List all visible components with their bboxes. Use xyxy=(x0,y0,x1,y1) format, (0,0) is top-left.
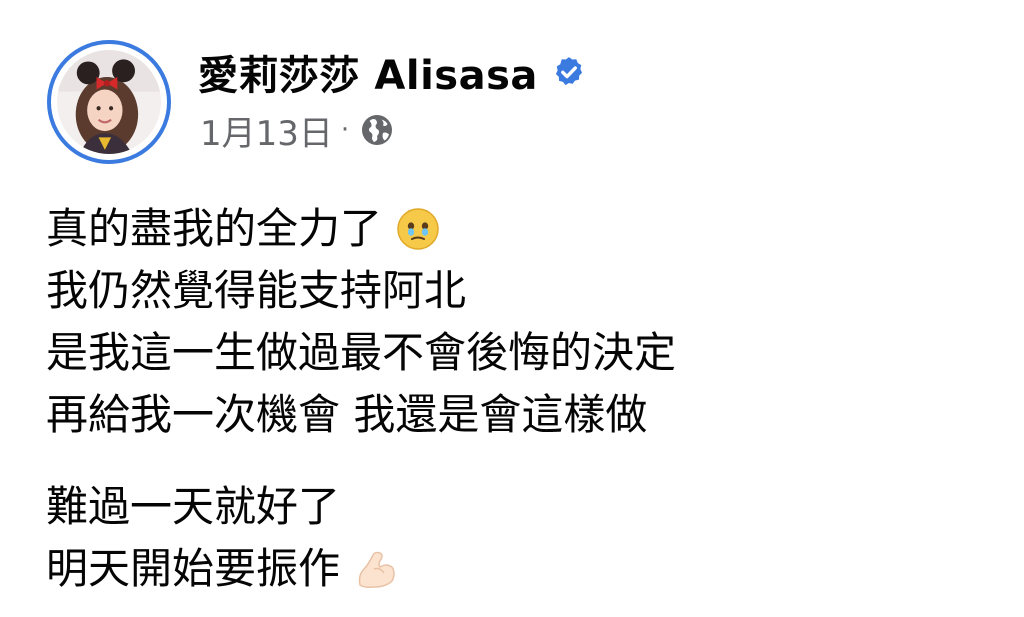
post-line: 是我這一生做過最不會後悔的決定 xyxy=(46,322,1006,384)
post-date[interactable]: 1月13日 xyxy=(200,106,333,155)
profile-avatar[interactable] xyxy=(47,40,171,164)
post-line-text: 真的盡我的全力了 xyxy=(46,204,383,253)
verified-badge-icon xyxy=(552,55,586,89)
post-line: 再給我一次機會 我還是會這樣做 xyxy=(46,384,1006,446)
post-meta: 1月13日 · xyxy=(200,106,395,154)
post-line: 我仍然覺得能支持阿北 xyxy=(46,260,1006,322)
post-line: 明天開始要振作 xyxy=(46,538,1006,600)
smiling-face-with-tear-emoji xyxy=(394,205,442,253)
post-line: 真的盡我的全力了 xyxy=(46,198,1006,260)
author-name[interactable]: 愛莉莎莎 Alisasa xyxy=(198,43,538,101)
globe-icon[interactable] xyxy=(359,112,395,148)
post-line-text: 再給我一次機會 我還是會這樣做 xyxy=(46,390,648,439)
post-line-text: 難過一天就好了 xyxy=(46,482,341,531)
post-line-text: 是我這一生做過最不會後悔的決定 xyxy=(46,328,677,377)
facebook-post: 愛莉莎莎 Alisasa 1月13日 · 真的盡我的全力了 我仍然覺得能支持阿北… xyxy=(0,0,1024,617)
post-line-text: 我仍然覺得能支持阿北 xyxy=(46,266,467,315)
post-line-text: 明天開始要振作 xyxy=(46,544,341,593)
post-body: 真的盡我的全力了 我仍然覺得能支持阿北 是我這一生做過最不會後悔的決定 再給我一… xyxy=(46,198,1006,600)
author-row: 愛莉莎莎 Alisasa xyxy=(198,44,586,100)
post-line: 難過一天就好了 xyxy=(46,476,1006,538)
flexed-biceps-emoji xyxy=(352,545,400,593)
avatar-image xyxy=(57,50,161,154)
meta-separator: · xyxy=(340,115,350,145)
